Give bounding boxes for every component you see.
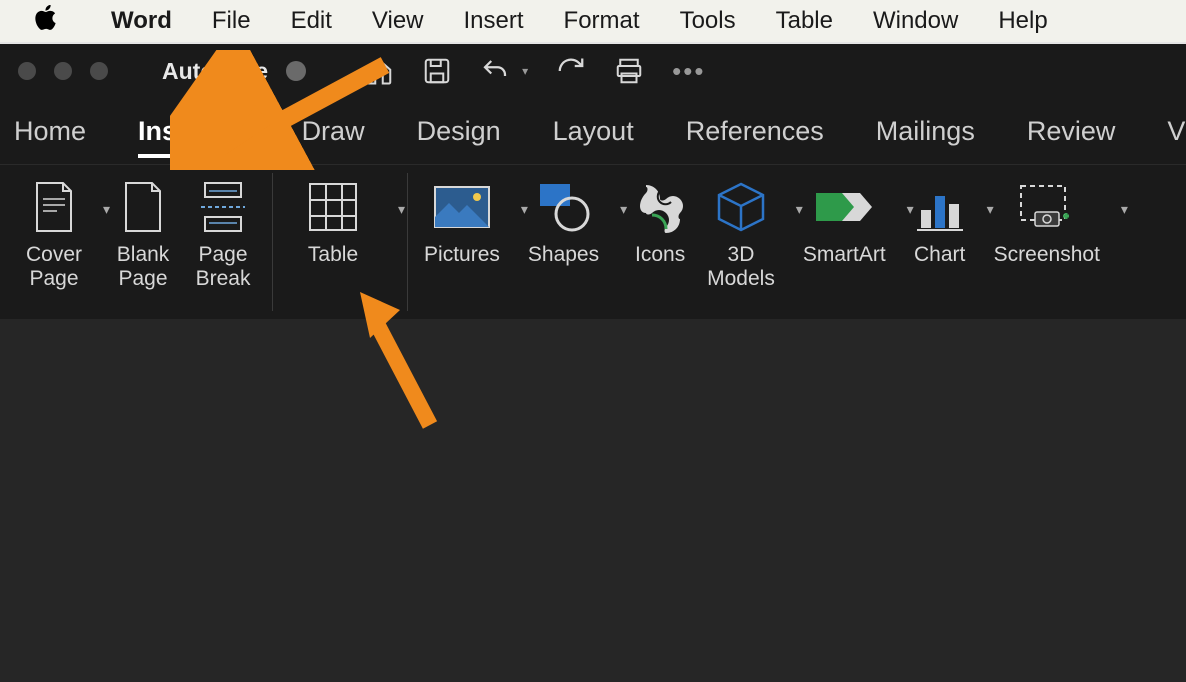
pictures-label: Pictures xyxy=(424,243,500,267)
menubar-format[interactable]: Format xyxy=(564,7,640,35)
blank-page-label: Blank Page xyxy=(117,243,170,291)
3d-models-label: 3D Models xyxy=(707,243,775,291)
tab-insert[interactable]: Insert xyxy=(138,116,212,147)
table-button[interactable]: ▾ Table xyxy=(285,173,395,311)
table-icon xyxy=(306,177,360,237)
chart-icon xyxy=(915,177,965,237)
icons-button[interactable]: Icons xyxy=(623,173,697,311)
menubar-app-name[interactable]: Word xyxy=(111,7,172,35)
pictures-button[interactable]: ▾ Pictures xyxy=(420,173,518,311)
print-icon[interactable] xyxy=(614,56,644,86)
tab-home[interactable]: Home xyxy=(14,116,86,147)
autosave-indicator-icon xyxy=(286,61,306,81)
blank-page-button[interactable]: Blank Page xyxy=(106,173,180,311)
menubar-view[interactable]: View xyxy=(372,7,424,35)
icons-label: Icons xyxy=(635,243,685,267)
chevron-down-icon: ▾ xyxy=(398,201,405,218)
screenshot-icon xyxy=(1017,177,1077,237)
autosave-toggle[interactable]: AutoSave xyxy=(162,58,306,85)
smartart-button[interactable]: ▾ SmartArt xyxy=(799,173,904,311)
page-break-label: Page Break xyxy=(196,243,251,291)
page-break-icon xyxy=(197,177,249,237)
qat-more-icon[interactable]: ••• xyxy=(672,56,705,87)
ribbon-group-tables: ▾ Table xyxy=(273,173,408,311)
pictures-icon xyxy=(433,177,491,237)
macos-menubar: Word File Edit View Insert Format Tools … xyxy=(0,0,1186,44)
smartart-label: SmartArt xyxy=(803,243,886,267)
shapes-label: Shapes xyxy=(528,243,599,267)
smartart-icon xyxy=(814,177,874,237)
menubar-insert[interactable]: Insert xyxy=(464,7,524,35)
screenshot-button[interactable]: ▾ Screenshot xyxy=(990,173,1118,311)
cover-page-button[interactable]: ▾ Cover Page xyxy=(22,173,100,311)
undo-icon[interactable] xyxy=(480,56,510,86)
titlebar: AutoSave ▾ xyxy=(0,44,1186,98)
blank-page-icon xyxy=(122,177,164,237)
tab-design[interactable]: Design xyxy=(417,116,501,147)
shapes-button[interactable]: ▾ Shapes xyxy=(524,173,617,311)
fullscreen-window-button[interactable] xyxy=(90,62,108,80)
chart-button[interactable]: ▾ Chart xyxy=(910,173,984,311)
tab-view[interactable]: View xyxy=(1167,116,1186,147)
minimize-window-button[interactable] xyxy=(54,62,72,80)
cover-page-icon xyxy=(33,177,75,237)
ribbon-group-illustrations: ▾ Pictures ▾ Shapes Icons xyxy=(408,173,1130,311)
close-window-button[interactable] xyxy=(18,62,36,80)
tab-draw[interactable]: Draw xyxy=(302,116,365,147)
cube-3d-icon xyxy=(714,177,768,237)
apple-logo-icon[interactable] xyxy=(34,5,56,37)
tab-review[interactable]: Review xyxy=(1027,116,1116,147)
chevron-down-icon: ▾ xyxy=(1121,201,1128,218)
table-label: Table xyxy=(308,243,358,267)
undo-dropdown-chevron-icon[interactable]: ▾ xyxy=(522,64,528,78)
3d-models-button[interactable]: ▾ 3D Models xyxy=(703,173,793,311)
tab-references[interactable]: References xyxy=(686,116,824,147)
icons-icon xyxy=(634,177,686,237)
menubar-window[interactable]: Window xyxy=(873,7,958,35)
redo-icon[interactable] xyxy=(556,56,586,86)
autosave-label: AutoSave xyxy=(162,58,268,85)
menubar-edit[interactable]: Edit xyxy=(291,7,332,35)
chart-label: Chart xyxy=(914,243,965,267)
ribbon-tabs: Home Insert Draw Design Layout Reference… xyxy=(0,98,1186,164)
menubar-table[interactable]: Table xyxy=(776,7,833,35)
document-area[interactable] xyxy=(0,319,1186,682)
menubar-file[interactable]: File xyxy=(212,7,251,35)
ribbon-content-insert: ▾ Cover Page Blank Page Page Bre xyxy=(0,164,1186,319)
menubar-tools[interactable]: Tools xyxy=(680,7,736,35)
ribbon-group-pages: ▾ Cover Page Blank Page Page Bre xyxy=(10,173,273,311)
tab-layout[interactable]: Layout xyxy=(553,116,634,147)
tab-mailings[interactable]: Mailings xyxy=(876,116,975,147)
traffic-lights xyxy=(18,62,108,80)
cover-page-label: Cover Page xyxy=(26,243,82,291)
home-icon[interactable] xyxy=(364,56,394,86)
shapes-icon xyxy=(536,177,592,237)
menubar-help[interactable]: Help xyxy=(998,7,1047,35)
screenshot-label: Screenshot xyxy=(994,243,1100,267)
save-icon[interactable] xyxy=(422,56,452,86)
page-break-button[interactable]: Page Break xyxy=(186,173,260,311)
